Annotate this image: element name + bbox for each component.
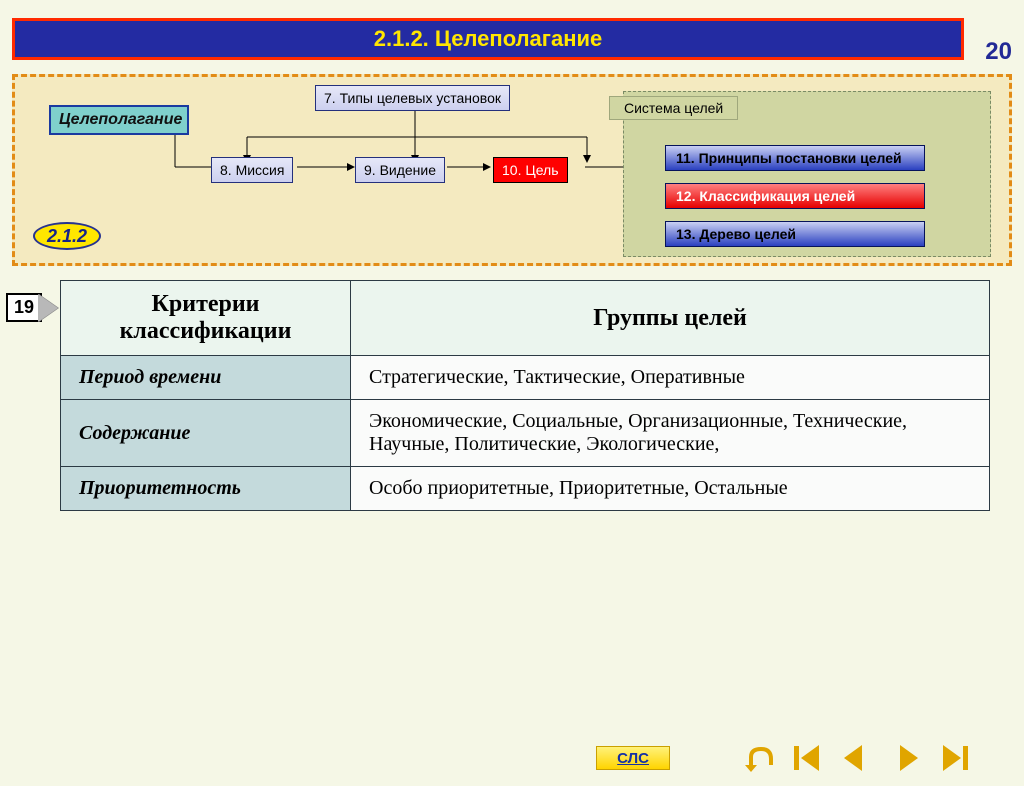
cell-criterion: Содержание xyxy=(61,400,351,467)
node-11-principles[interactable]: 11. Принципы постановки целей xyxy=(665,145,925,171)
table-row: Приоритетность Особо приоритетные, Приор… xyxy=(61,467,990,511)
th-groups: Группы целей xyxy=(351,281,990,356)
diagram-area: Целеполагание 7. Типы целевых установок … xyxy=(12,74,1012,266)
prev-icon[interactable] xyxy=(842,745,872,771)
cell-groups: Стратегические, Тактические, Оперативные xyxy=(351,356,990,400)
cell-criterion: Период времени xyxy=(61,356,351,400)
node-12-classification[interactable]: 12. Классификация целей xyxy=(665,183,925,209)
prev-page-badge[interactable]: 19 xyxy=(6,293,42,322)
node-8-mission[interactable]: 8. Миссия xyxy=(211,157,293,183)
prev-arrow-icon xyxy=(38,294,58,322)
sls-button[interactable]: СЛС xyxy=(596,746,670,770)
page-number: 20 xyxy=(985,38,1012,66)
th-criteria: Критерии классификации xyxy=(61,281,351,356)
section-badge[interactable]: 2.1.2 xyxy=(33,222,101,250)
node-7-types[interactable]: 7. Типы целевых установок xyxy=(315,85,510,111)
title-bar: 2.1.2. Целеполагание xyxy=(12,18,964,60)
next-icon[interactable] xyxy=(890,745,920,771)
last-icon[interactable] xyxy=(938,745,968,771)
table-row: Период времени Стратегические, Тактическ… xyxy=(61,356,990,400)
node-13-tree[interactable]: 13. Дерево целей xyxy=(665,221,925,247)
cell-criterion: Приоритетность xyxy=(61,467,351,511)
node-root[interactable]: Целеполагание xyxy=(49,105,189,135)
classification-table: Критерии классификации Группы целей Пери… xyxy=(60,280,990,511)
table-row: Содержание Экономические, Социальные, Ор… xyxy=(61,400,990,467)
node-10-goal[interactable]: 10. Цель xyxy=(493,157,568,183)
goals-system-label: Система целей xyxy=(609,96,738,120)
cell-groups: Экономические, Социальные, Организационн… xyxy=(351,400,990,467)
classification-table-wrap: 19 Критерии классификации Группы целей П… xyxy=(60,280,990,511)
cell-groups: Особо приоритетные, Приоритетные, Осталь… xyxy=(351,467,990,511)
node-9-vision[interactable]: 9. Видение xyxy=(355,157,445,183)
first-icon[interactable] xyxy=(794,745,824,771)
title-text: 2.1.2. Целеполагание xyxy=(374,26,603,52)
